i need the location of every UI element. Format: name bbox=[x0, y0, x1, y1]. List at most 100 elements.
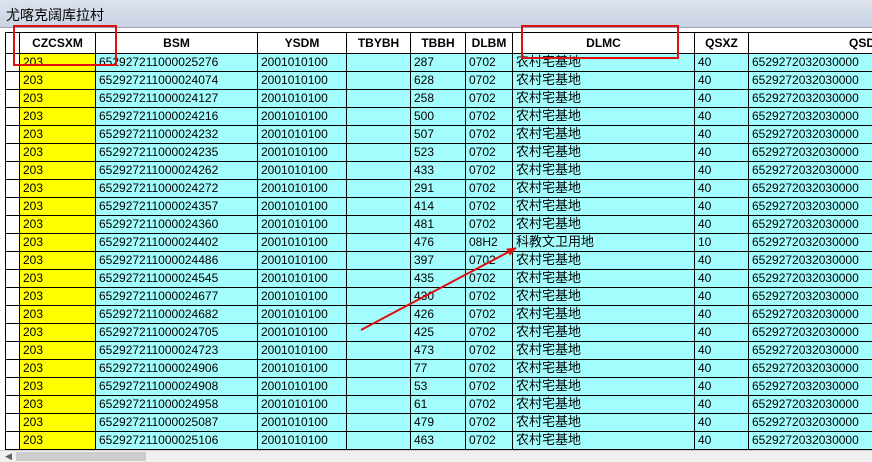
cell-czcsxm[interactable]: 203 bbox=[19, 125, 96, 144]
cell-tbybh[interactable] bbox=[346, 413, 411, 432]
cell-czcsxm[interactable]: 203 bbox=[19, 197, 96, 216]
cell-dlbm[interactable]: 0702 bbox=[465, 431, 513, 450]
cell-bsm[interactable]: 652927211000024906 bbox=[95, 359, 258, 378]
cell-qsxz[interactable]: 40 bbox=[694, 71, 749, 90]
cell-ysdm[interactable]: 2001010100 bbox=[257, 125, 347, 144]
cell-dlmc[interactable]: 农村宅基地 bbox=[512, 89, 695, 108]
cell-bsm[interactable]: 652927211000025106 bbox=[95, 431, 258, 450]
table-row[interactable]: 203 652927211000024545 2001010100 435 0702 农村… bbox=[5, 269, 872, 288]
cell-dlbm[interactable]: 0702 bbox=[465, 71, 513, 90]
cell-qsdwdm[interactable]: 6529272032030000 bbox=[748, 161, 872, 180]
cell-ysdm[interactable]: 2001010100 bbox=[257, 269, 347, 288]
cell-qsxz[interactable]: 40 bbox=[694, 305, 749, 324]
cell-dlmc[interactable]: 农村宅基地 bbox=[512, 53, 695, 72]
cell-ysdm[interactable]: 2001010100 bbox=[257, 251, 347, 270]
cell-tbybh[interactable] bbox=[346, 89, 411, 108]
cell-qsdwdm[interactable]: 6529272032030000 bbox=[748, 143, 872, 162]
row-selector[interactable] bbox=[5, 215, 20, 234]
cell-ysdm[interactable]: 2001010100 bbox=[257, 287, 347, 306]
cell-tbbh[interactable]: 476 bbox=[410, 233, 466, 252]
cell-bsm[interactable]: 652927211000025276 bbox=[95, 53, 258, 72]
cell-dlmc[interactable]: 农村宅基地 bbox=[512, 323, 695, 342]
cell-czcsxm[interactable]: 203 bbox=[19, 143, 96, 162]
cell-bsm[interactable]: 652927211000024074 bbox=[95, 71, 258, 90]
cell-qsdwdm[interactable]: 6529272032030000 bbox=[748, 287, 872, 306]
cell-czcsxm[interactable]: 203 bbox=[19, 323, 96, 342]
cell-qsdwdm[interactable]: 6529272032030000 bbox=[748, 431, 872, 450]
cell-dlbm[interactable]: 0702 bbox=[465, 413, 513, 432]
cell-ysdm[interactable]: 2001010100 bbox=[257, 377, 347, 396]
cell-czcsxm[interactable]: 203 bbox=[19, 359, 96, 378]
cell-qsxz[interactable]: 40 bbox=[694, 323, 749, 342]
cell-qsxz[interactable]: 40 bbox=[694, 107, 749, 126]
cell-bsm[interactable]: 652927211000024402 bbox=[95, 233, 258, 252]
table-row[interactable]: 203 652927211000024357 2001010100 414 0702 农村… bbox=[5, 197, 872, 216]
cell-tbbh[interactable]: 507 bbox=[410, 125, 466, 144]
cell-dlbm[interactable]: 0702 bbox=[465, 269, 513, 288]
cell-qsdwdm[interactable]: 6529272032030000 bbox=[748, 125, 872, 144]
cell-dlbm[interactable]: 08H2 bbox=[465, 233, 513, 252]
cell-dlmc[interactable]: 农村宅基地 bbox=[512, 269, 695, 288]
data-grid[interactable]: CZCSXMBSMYSDMTBYBHTBBHDLBMDLMCQSXZQSDWDM… bbox=[5, 32, 872, 450]
cell-bsm[interactable]: 652927211000024360 bbox=[95, 215, 258, 234]
cell-bsm[interactable]: 652927211000024958 bbox=[95, 395, 258, 414]
table-row[interactable]: 203 652927211000024723 2001010100 473 0702 农村… bbox=[5, 341, 872, 360]
table-row[interactable]: 203 652927211000024402 2001010100 476 08H2 科教… bbox=[5, 233, 872, 252]
table-row[interactable]: 203 652927211000024127 2001010100 258 0702 农村… bbox=[5, 89, 872, 108]
row-selector[interactable] bbox=[5, 89, 20, 108]
cell-bsm[interactable]: 652927211000024545 bbox=[95, 269, 258, 288]
cell-bsm[interactable]: 652927211000024908 bbox=[95, 377, 258, 396]
table-row[interactable]: 203 652927211000024235 2001010100 523 0702 农村… bbox=[5, 143, 872, 162]
row-selector[interactable] bbox=[5, 125, 20, 144]
cell-dlmc[interactable]: 农村宅基地 bbox=[512, 197, 695, 216]
column-header-tbybh[interactable]: TBYBH bbox=[346, 32, 411, 54]
cell-tbybh[interactable] bbox=[346, 323, 411, 342]
cell-tbbh[interactable]: 61 bbox=[410, 395, 466, 414]
cell-tbbh[interactable]: 287 bbox=[410, 53, 466, 72]
cell-tbybh[interactable] bbox=[346, 179, 411, 198]
cell-czcsxm[interactable]: 203 bbox=[19, 215, 96, 234]
cell-qsxz[interactable]: 40 bbox=[694, 431, 749, 450]
cell-ysdm[interactable]: 2001010100 bbox=[257, 71, 347, 90]
cell-czcsxm[interactable]: 203 bbox=[19, 251, 96, 270]
cell-ysdm[interactable]: 2001010100 bbox=[257, 89, 347, 108]
cell-tbybh[interactable] bbox=[346, 125, 411, 144]
cell-qsdwdm[interactable]: 6529272032030000 bbox=[748, 395, 872, 414]
cell-tbbh[interactable]: 425 bbox=[410, 323, 466, 342]
cell-dlbm[interactable]: 0702 bbox=[465, 125, 513, 144]
cell-dlbm[interactable]: 0702 bbox=[465, 215, 513, 234]
cell-tbybh[interactable] bbox=[346, 233, 411, 252]
cell-qsxz[interactable]: 40 bbox=[694, 197, 749, 216]
cell-qsxz[interactable]: 40 bbox=[694, 269, 749, 288]
table-row[interactable]: 203 652927211000024360 2001010100 481 0702 农村… bbox=[5, 215, 872, 234]
row-selector[interactable] bbox=[5, 179, 20, 198]
cell-czcsxm[interactable]: 203 bbox=[19, 341, 96, 360]
cell-qsdwdm[interactable]: 6529272032030000 bbox=[748, 413, 872, 432]
cell-bsm[interactable]: 652927211000024127 bbox=[95, 89, 258, 108]
cell-ysdm[interactable]: 2001010100 bbox=[257, 233, 347, 252]
cell-tbybh[interactable] bbox=[346, 197, 411, 216]
table-row[interactable]: 203 652927211000025106 2001010100 463 0702 农村… bbox=[5, 431, 872, 450]
table-row[interactable]: 203 652927211000024908 2001010100 53 0702 农村宅… bbox=[5, 377, 872, 396]
cell-tbybh[interactable] bbox=[346, 269, 411, 288]
cell-qsdwdm[interactable]: 6529272032030000 bbox=[748, 197, 872, 216]
cell-czcsxm[interactable]: 203 bbox=[19, 395, 96, 414]
cell-dlbm[interactable]: 0702 bbox=[465, 179, 513, 198]
cell-ysdm[interactable]: 2001010100 bbox=[257, 413, 347, 432]
cell-czcsxm[interactable]: 203 bbox=[19, 89, 96, 108]
cell-tbbh[interactable]: 433 bbox=[410, 161, 466, 180]
row-selector[interactable] bbox=[5, 323, 20, 342]
table-row[interactable]: 203 652927211000024677 2001010100 430 0702 农村… bbox=[5, 287, 872, 306]
cell-dlmc[interactable]: 农村宅基地 bbox=[512, 143, 695, 162]
cell-tbybh[interactable] bbox=[346, 71, 411, 90]
cell-tbbh[interactable]: 463 bbox=[410, 431, 466, 450]
cell-dlmc[interactable]: 农村宅基地 bbox=[512, 71, 695, 90]
cell-dlmc[interactable]: 农村宅基地 bbox=[512, 413, 695, 432]
table-row[interactable]: 203 652927211000024216 2001010100 500 0702 农村… bbox=[5, 107, 872, 126]
cell-qsxz[interactable]: 40 bbox=[694, 179, 749, 198]
cell-qsxz[interactable]: 40 bbox=[694, 89, 749, 108]
cell-czcsxm[interactable]: 203 bbox=[19, 377, 96, 396]
row-selector[interactable] bbox=[5, 395, 20, 414]
cell-tbbh[interactable]: 628 bbox=[410, 71, 466, 90]
column-header-czcsxm[interactable]: CZCSXM bbox=[19, 32, 96, 54]
